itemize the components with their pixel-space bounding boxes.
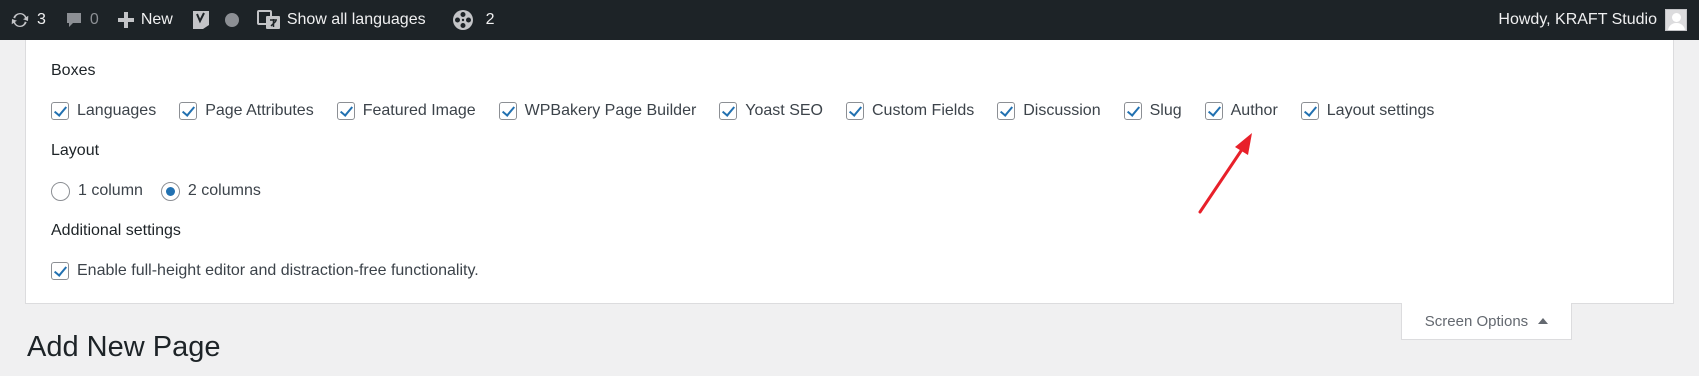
- box-option-yoast-seo[interactable]: Yoast SEO: [719, 102, 823, 120]
- checkbox[interactable]: [179, 102, 198, 120]
- translate-icon: [256, 9, 281, 31]
- checkbox[interactable]: [719, 102, 738, 120]
- option-label: Featured Image: [362, 102, 476, 119]
- plugin-item[interactable]: 2: [443, 0, 504, 40]
- box-option-discussion[interactable]: Discussion: [997, 102, 1101, 120]
- screen-options-label: Screen Options: [1424, 312, 1529, 330]
- box-option-custom-fields[interactable]: Custom Fields: [845, 102, 975, 120]
- screen-options-toggle[interactable]: Screen Options: [1401, 303, 1572, 340]
- layout-row: 1 column 2 columns: [51, 179, 284, 203]
- checkbox[interactable]: [845, 102, 864, 120]
- option-label: Custom Fields: [871, 102, 975, 119]
- page-title: Add New Page: [27, 331, 221, 363]
- additional-row: Enable full-height editor and distractio…: [51, 259, 502, 283]
- box-option-featured-image[interactable]: Featured Image: [336, 102, 476, 120]
- yoast-icon: [191, 9, 211, 31]
- comments-item[interactable]: 0: [55, 0, 108, 40]
- distraction-free-option[interactable]: Enable full-height editor and distractio…: [51, 262, 479, 280]
- avatar: [1665, 9, 1687, 31]
- option-label: Languages: [77, 102, 157, 119]
- checkbox[interactable]: [51, 102, 69, 120]
- box-option-languages[interactable]: Languages: [51, 102, 156, 120]
- box-option-wpbakery[interactable]: WPBakery Page Builder: [498, 102, 697, 120]
- languages-item[interactable]: Show all languages: [248, 0, 435, 40]
- greeting: Howdy, KRAFT Studio: [1498, 11, 1657, 28]
- languages-label: Show all languages: [286, 11, 426, 28]
- layout-option-2-columns[interactable]: 2 columns: [160, 181, 261, 201]
- admin-bar: 3 0 New Show all languages 2 Howdy, KRAF…: [0, 0, 1699, 40]
- box-option-page-attributes[interactable]: Page Attributes: [179, 102, 314, 120]
- option-label: Slug: [1149, 102, 1182, 119]
- option-label: Discussion: [1023, 102, 1101, 119]
- plus-icon: [117, 11, 135, 29]
- yoast-item[interactable]: [182, 0, 248, 40]
- option-label: 1 column: [78, 182, 143, 199]
- box-option-slug[interactable]: Slug: [1123, 102, 1182, 120]
- radio-button[interactable]: [160, 181, 180, 201]
- option-label: Enable full-height editor and distractio…: [77, 262, 479, 279]
- option-label: WPBakery Page Builder: [524, 102, 697, 119]
- checkbox[interactable]: [336, 102, 355, 120]
- option-label: 2 columns: [187, 182, 261, 199]
- updates-count: 3: [37, 11, 46, 28]
- option-label: Layout settings: [1326, 102, 1435, 119]
- checkbox[interactable]: [498, 102, 517, 120]
- box-option-author[interactable]: Author: [1204, 102, 1278, 120]
- checkbox[interactable]: [1123, 102, 1142, 120]
- radio-button[interactable]: [51, 181, 70, 201]
- layout-heading: Layout: [51, 142, 100, 159]
- layout-option-1-column[interactable]: 1 column: [51, 181, 143, 201]
- checkbox[interactable]: [1204, 102, 1223, 120]
- my-account[interactable]: Howdy, KRAFT Studio: [1498, 0, 1699, 40]
- comment-icon: [64, 10, 84, 30]
- checkbox[interactable]: [51, 262, 69, 280]
- film-reel-icon: [452, 9, 474, 31]
- option-label: Author: [1230, 102, 1278, 119]
- new-label: New: [140, 11, 173, 28]
- option-label: Page Attributes: [205, 102, 314, 119]
- box-option-layout-settings[interactable]: Layout settings: [1300, 102, 1435, 120]
- arrow-up-icon: [1538, 318, 1549, 324]
- plugin-count: 2: [485, 11, 495, 28]
- boxes-row: Languages Page Attributes Featured Image…: [51, 99, 1457, 123]
- comments-count: 0: [89, 11, 99, 28]
- seo-status-dot: [224, 13, 239, 27]
- updates-item[interactable]: 3: [0, 0, 55, 40]
- additional-settings-heading: Additional settings: [51, 222, 181, 239]
- annotation-arrow-icon: [1198, 133, 1252, 214]
- boxes-heading: Boxes: [51, 62, 96, 79]
- checkbox[interactable]: [997, 102, 1016, 120]
- checkbox[interactable]: [1300, 102, 1319, 120]
- new-content-item[interactable]: New: [108, 0, 182, 40]
- updates-icon: [9, 10, 31, 30]
- screen-options-panel: Boxes Languages Page Attributes Featured…: [25, 40, 1674, 304]
- option-label: Yoast SEO: [745, 102, 823, 119]
